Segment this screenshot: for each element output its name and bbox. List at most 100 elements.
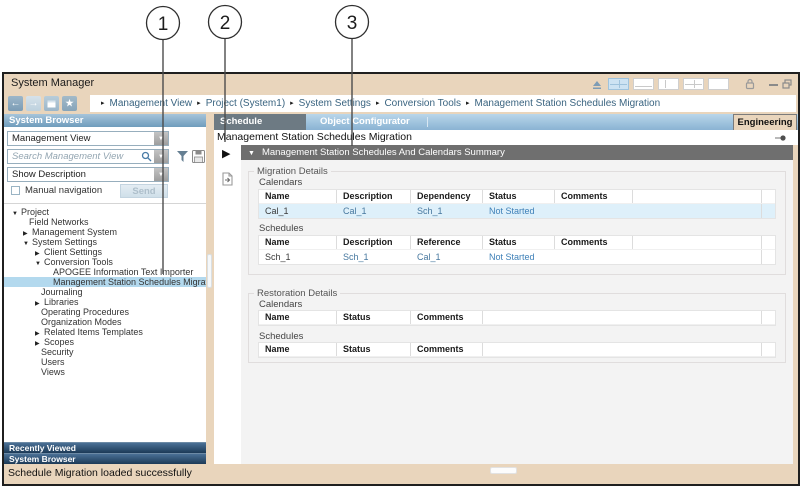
favorites-star-button[interactable]: ★: [62, 96, 77, 111]
layout-split-left-button[interactable]: [658, 78, 679, 90]
tree-item-journaling[interactable]: Journaling: [4, 287, 206, 297]
tree-item-field-networks[interactable]: Field Networks: [4, 217, 206, 227]
window-mode-button[interactable]: [44, 96, 59, 111]
divider: [427, 117, 428, 127]
column-header-filler: [483, 343, 761, 356]
chevron-down-icon[interactable]: ▼: [154, 132, 168, 145]
title-bar: System Manager: [4, 74, 798, 94]
breadcrumb-item[interactable]: Management View: [110, 98, 193, 109]
column-header: Name: [259, 311, 337, 324]
search-input[interactable]: [8, 151, 141, 162]
column-header: Name: [259, 236, 337, 249]
breadcrumb-item[interactable]: Conversion Tools: [384, 98, 461, 109]
cell-filler: [633, 250, 761, 264]
pane-title-row: Management Station Schedules Migration: [214, 130, 798, 145]
breadcrumb-separator-icon: ▸: [290, 100, 294, 107]
back-button[interactable]: ←: [8, 96, 23, 111]
mode-badge-engineering[interactable]: Engineering: [733, 114, 797, 130]
column-header-end: [761, 311, 775, 324]
table-header-row: NameStatusComments: [259, 311, 775, 325]
tree-expander-icon[interactable]: ▼: [23, 239, 32, 249]
breadcrumb: ▸Management View▸Project (System1)▸Syste…: [90, 95, 796, 112]
callout-circle-2: [209, 6, 242, 39]
splitter-grip[interactable]: [207, 254, 212, 288]
tree-item-management-system[interactable]: ▶Management System: [4, 227, 206, 237]
tree-item-label: Scopes: [44, 337, 74, 347]
tree-item-label: Security: [41, 347, 74, 357]
tree-item-client-settings[interactable]: ▶Client Settings: [4, 247, 206, 257]
column-header-filler: [633, 236, 761, 249]
display-mode-dropdown[interactable]: Show Description ▼: [7, 167, 169, 182]
layout-split-bottom-button[interactable]: [633, 78, 654, 90]
restoration-schedules-table: NameStatusComments: [258, 342, 776, 358]
schedule-migration-content: ▼ Management Station Schedules And Calend…: [241, 145, 793, 464]
send-button[interactable]: Send: [120, 184, 168, 198]
tree-item-related-items-templates[interactable]: ▶Related Items Templates: [4, 327, 206, 337]
minimize-button[interactable]: [769, 82, 778, 86]
save-icon[interactable]: [192, 150, 205, 163]
collapse-arrow-icon[interactable]: ▼: [248, 150, 255, 157]
breadcrumb-item[interactable]: Project (System1): [206, 98, 285, 109]
tab-bar: Schedule Migration Object Configurator E…: [214, 114, 798, 130]
cell: Not Started: [483, 250, 555, 264]
tree-item-system-settings[interactable]: ▼System Settings: [4, 237, 206, 247]
layout-four-pane-button[interactable]: [608, 78, 629, 90]
system-browser-tree: ▼ProjectField Networks▶Management System…: [4, 207, 206, 440]
breadcrumb-item[interactable]: Management Station Schedules Migration: [475, 98, 661, 109]
tree-item-scopes[interactable]: ▶Scopes: [4, 337, 206, 347]
cell-end: [761, 204, 775, 218]
summary-header-label: Management Station Schedules And Calenda…: [262, 147, 505, 158]
tree-expander-icon[interactable]: ▼: [35, 259, 44, 269]
tree-item-views[interactable]: Views: [4, 367, 206, 377]
pin-icon[interactable]: [775, 134, 786, 142]
breadcrumb-separator-icon: ▸: [101, 100, 105, 107]
tree-item-label: Views: [41, 367, 65, 377]
tree-item-management-station-schedules-migration[interactable]: Management Station Schedules Migration: [4, 277, 206, 287]
layout-grid-button[interactable]: [683, 78, 704, 90]
forward-button[interactable]: →: [26, 96, 41, 111]
tree-item-libraries[interactable]: ▶Libraries: [4, 297, 206, 307]
tree-item-label: Management Station Schedules Migration: [53, 277, 206, 287]
summary-expander-header[interactable]: ▼ Management Station Schedules And Calend…: [241, 145, 793, 160]
table-row[interactable]: Sch_1Sch_1Cal_1Not Started: [259, 250, 775, 264]
table-row[interactable]: Cal_1Cal_1Sch_1Not Started: [259, 204, 775, 218]
tab-schedule-migration[interactable]: Schedule Migration: [214, 114, 306, 130]
tree-item-label: Users: [41, 357, 65, 367]
panel-splitter[interactable]: [206, 114, 214, 464]
tree-item-label: Field Networks: [29, 217, 89, 227]
column-header: Dependency: [411, 190, 483, 203]
chevron-down-icon[interactable]: ▼: [154, 168, 168, 181]
bottom-splitter-grip[interactable]: [490, 467, 517, 474]
breadcrumb-item[interactable]: System Settings: [299, 98, 371, 109]
accordion-bar-recently-viewed[interactable]: Recently Viewed: [4, 442, 206, 453]
manual-navigation-checkbox[interactable]: [11, 186, 20, 195]
schedules-label: Schedules: [259, 331, 303, 342]
collapse-pane-icon[interactable]: [590, 78, 604, 90]
report-document-icon[interactable]: [221, 172, 234, 186]
layout-single-pane-button[interactable]: [708, 78, 729, 90]
column-header: Name: [259, 343, 337, 356]
filter-icon[interactable]: [176, 151, 189, 163]
chevron-down-icon[interactable]: ▼: [154, 150, 168, 163]
run-migration-icon[interactable]: ▶: [222, 147, 230, 160]
tree-item-users[interactable]: Users: [4, 357, 206, 367]
system-browser-header[interactable]: System Browser: [4, 114, 206, 127]
tree-item-conversion-tools[interactable]: ▼Conversion Tools: [4, 257, 206, 267]
restoration-details-group: Restoration Details Calendars NameStatus…: [248, 293, 786, 363]
tree-expander-icon[interactable]: ▼: [12, 209, 21, 219]
cell: Cal_1: [259, 204, 337, 218]
column-header: Comments: [555, 190, 633, 203]
restore-button[interactable]: [782, 79, 792, 89]
view-selector-dropdown[interactable]: Management View ▼: [7, 131, 169, 146]
main-panel: Schedule Migration Object Configurator E…: [214, 114, 798, 464]
tree-item-project[interactable]: ▼Project: [4, 207, 206, 217]
accordion-bar-system-browser[interactable]: System Browser: [4, 453, 206, 464]
callout-circle-1: [147, 7, 180, 40]
callout-number-1: 1: [158, 14, 169, 35]
cell: Cal_1: [337, 204, 411, 218]
search-box[interactable]: ▼: [7, 149, 169, 164]
tab-object-configurator[interactable]: Object Configurator: [306, 114, 426, 130]
migration-schedules-table: NameDescriptionReferenceStatusCommentsSc…: [258, 235, 776, 265]
table-header-row: NameDescriptionDependencyStatusComments: [259, 190, 775, 204]
tree-item-organization-modes[interactable]: Organization Modes: [4, 317, 206, 327]
